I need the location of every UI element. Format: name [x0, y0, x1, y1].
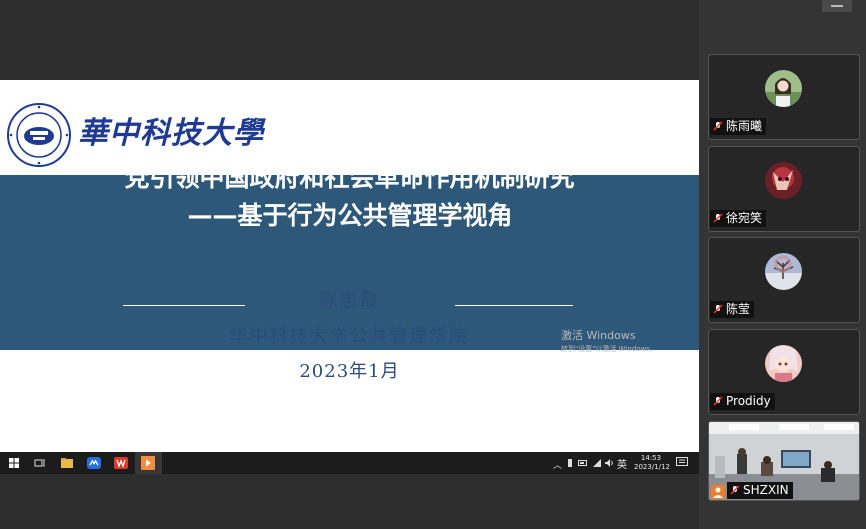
- participant-name: SHZXIN: [743, 483, 789, 497]
- clock-date: 2023/1/12: [634, 463, 670, 471]
- active-app-highlight: [135, 452, 162, 474]
- participant-name-tag: 陈莹: [710, 301, 755, 318]
- avatar: [765, 345, 802, 382]
- participant-name-tag: SHZXIN: [727, 482, 793, 499]
- participant-tile[interactable]: 陈雨曦: [708, 54, 860, 140]
- task-view-icon[interactable]: [32, 455, 48, 471]
- participant-name-tag: 陈雨曦: [710, 118, 767, 135]
- participant-name: 陈雨曦: [726, 119, 763, 133]
- presentation-slide: 華中科技大學: [0, 80, 699, 452]
- activate-windows-watermark: 激活 Windows 转到"设置"以激活 Windows。: [561, 327, 657, 354]
- usb-icon[interactable]: [566, 458, 574, 468]
- participant-name: 陈莹: [726, 302, 751, 316]
- participant-tile[interactable]: 陈莹: [708, 237, 860, 323]
- participant-name: 徐宛笑: [726, 211, 763, 225]
- panel-collapse-icon[interactable]: [822, 0, 852, 12]
- muted-mic-icon: [713, 213, 723, 223]
- participant-tile[interactable]: 徐宛笑: [708, 146, 860, 232]
- slide-subtitle: ——基于行为公共管理学视角: [187, 201, 513, 230]
- watermark-line-2: 转到"设置"以激活 Windows。: [561, 345, 657, 353]
- file-explorer-icon[interactable]: [59, 455, 75, 471]
- watermark-line-1: 激活 Windows: [561, 329, 636, 342]
- participant-name: Prodidy: [726, 394, 771, 408]
- participant-name-tag: Prodidy: [710, 393, 775, 410]
- avatar: [765, 70, 802, 107]
- muted-mic-icon: [713, 121, 723, 131]
- orange-user-icon: [711, 485, 725, 499]
- slide-title: 党引领中国政府和社会革命作用机制研究: [124, 163, 575, 192]
- notification-icon[interactable]: [676, 457, 688, 468]
- taskbar-clock[interactable]: 14:53 2023/1/12: [634, 454, 670, 472]
- muted-mic-icon: [730, 485, 740, 495]
- windows-start-icon[interactable]: [6, 455, 22, 471]
- battery-icon[interactable]: [578, 459, 588, 467]
- shared-screen: 華中科技大學 党引领中国政府和社会革命作用机制研究 ——基于行为公共管理学视角 …: [0, 0, 699, 529]
- muted-mic-icon: [713, 396, 723, 406]
- participant-tile[interactable]: Prodidy: [708, 329, 860, 415]
- taskbar: ︿ 英 14:53 2023/1/12: [0, 452, 699, 474]
- clock-time: 14:53: [640, 454, 662, 462]
- author-name: 陈志霞: [319, 290, 380, 311]
- avatar: [765, 162, 802, 199]
- network-icon[interactable]: [592, 458, 602, 468]
- chevron-up-icon[interactable]: ︿: [553, 458, 562, 471]
- university-name: 華中科技大學: [78, 116, 264, 151]
- tencent-meeting-icon[interactable]: [86, 455, 102, 471]
- muted-mic-icon: [713, 304, 723, 314]
- volume-icon[interactable]: [604, 458, 615, 468]
- wps-icon[interactable]: [113, 455, 129, 471]
- participant-tile[interactable]: SHZXIN: [708, 421, 860, 501]
- participant-name-tag: 徐宛笑: [710, 210, 767, 227]
- avatar: [765, 253, 802, 290]
- slide-date: 2023年1月: [299, 361, 400, 382]
- input-language[interactable]: 英: [617, 456, 627, 471]
